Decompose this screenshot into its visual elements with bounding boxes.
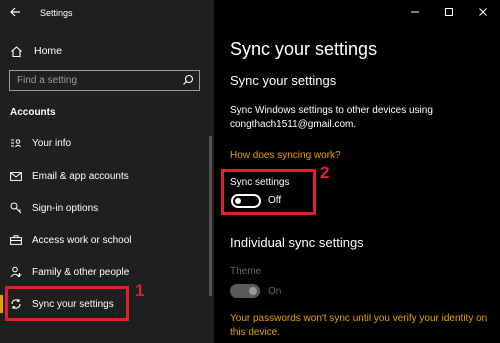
- app-title: Settings: [40, 8, 73, 18]
- annotation-number-1: 1: [135, 281, 145, 300]
- title-bar: Settings: [0, 0, 214, 26]
- sidebar-item-family[interactable]: Family & other people: [0, 261, 214, 283]
- sync-description: Sync Windows settings to other devices u…: [230, 105, 433, 130]
- maximize-button[interactable]: [432, 0, 466, 24]
- toggle-knob: [249, 287, 257, 295]
- search-input[interactable]: Find a setting: [9, 70, 200, 91]
- sidebar-item-label: Your info: [32, 137, 72, 149]
- annotation-number-2: 2: [320, 163, 330, 182]
- sidebar-item-label: Family & other people: [32, 266, 130, 278]
- back-button[interactable]: [6, 4, 24, 22]
- section-heading-sync: Sync your settings: [230, 73, 337, 88]
- back-arrow-icon: [10, 7, 20, 17]
- sidebar-item-label: Sign-in options: [32, 202, 99, 214]
- page-title: Sync your settings: [230, 39, 378, 59]
- annotation-box-1: [5, 286, 129, 321]
- person-card-icon: [10, 137, 22, 149]
- close-icon: [479, 8, 487, 16]
- theme-state: On: [268, 286, 282, 297]
- search-placeholder: Find a setting: [17, 75, 78, 86]
- close-button[interactable]: [466, 0, 500, 24]
- password-warning: Your passwords won't sync until you veri…: [230, 313, 488, 338]
- search-icon: [183, 74, 194, 85]
- sidebar-item-home[interactable]: Home: [10, 43, 62, 59]
- sidebar-item-your-info[interactable]: Your info: [0, 132, 214, 154]
- minimize-icon: [411, 11, 419, 13]
- theme-label: Theme: [230, 266, 262, 277]
- sidebar-scrollbar[interactable]: [209, 136, 212, 296]
- home-label: Home: [34, 45, 63, 57]
- how-sync-works-link[interactable]: How does syncing work?: [230, 150, 341, 161]
- people-icon: [10, 266, 22, 278]
- window-controls: [398, 0, 500, 24]
- briefcase-icon: [10, 234, 22, 246]
- theme-toggle[interactable]: [230, 284, 260, 298]
- main-content: Sync your settings Sync your settings Sy…: [214, 0, 500, 343]
- sidebar-item-email-accounts[interactable]: Email & app accounts: [0, 165, 214, 187]
- sidebar-item-label: Email & app accounts: [32, 170, 129, 182]
- section-label-accounts: Accounts: [10, 107, 56, 118]
- annotation-box-2: [221, 169, 316, 215]
- mail-icon: [10, 170, 22, 182]
- sidebar-item-sign-in-options[interactable]: Sign-in options: [0, 197, 214, 219]
- minimize-button[interactable]: [398, 0, 432, 24]
- section-heading-individual: Individual sync settings: [230, 235, 364, 250]
- selected-indicator: [0, 295, 3, 313]
- sidebar-item-work-school[interactable]: Access work or school: [0, 229, 214, 251]
- sidebar-item-label: Access work or school: [32, 234, 132, 246]
- maximize-icon: [445, 8, 453, 16]
- key-icon: [10, 202, 22, 214]
- home-icon: [11, 45, 22, 57]
